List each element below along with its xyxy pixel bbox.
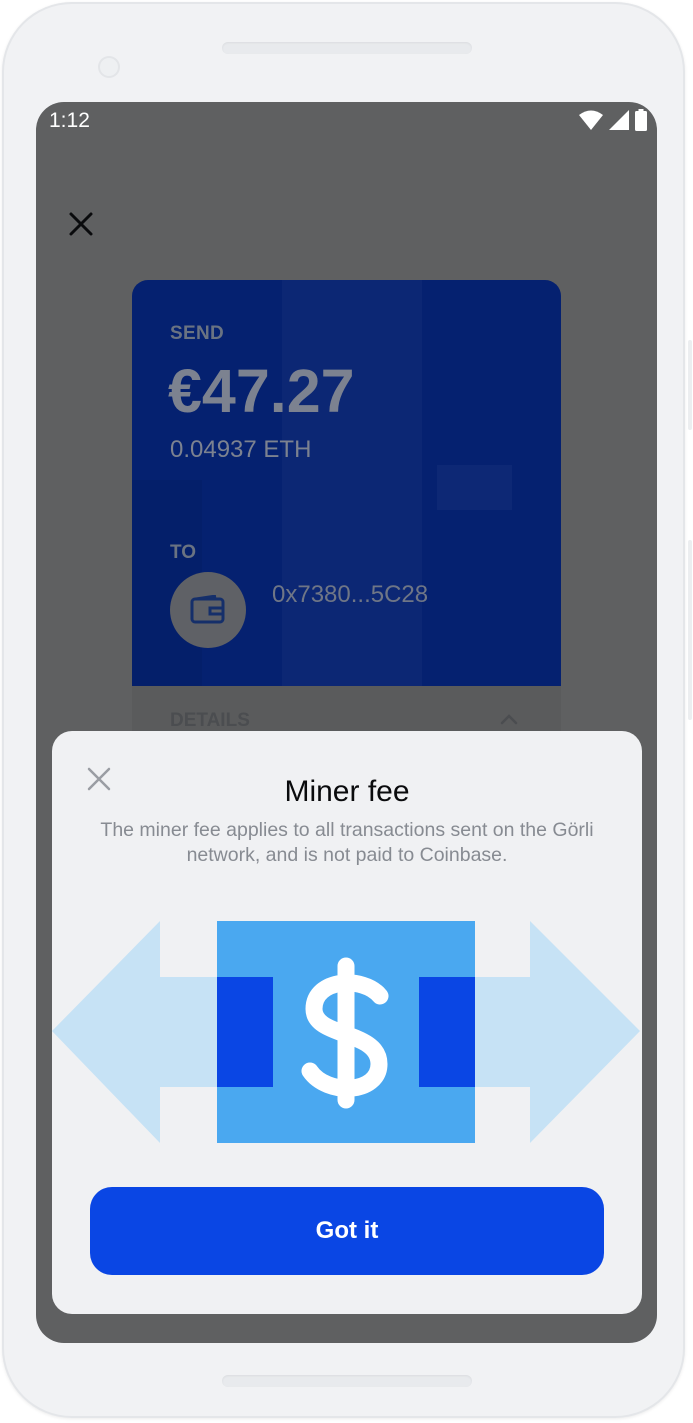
send-amount-fiat: €47.27 [168,357,355,425]
status-time: 1:12 [49,109,90,132]
sheet-description: The miner fee applies to all transaction… [100,819,594,866]
dollar-transfer-icon [52,921,640,1143]
send-card: SEND €47.27 0.04937 ETH TO 0x7380...5C28… [132,280,561,800]
close-icon[interactable] [66,209,96,239]
got-it-button[interactable]: Got it [90,1187,604,1275]
battery-icon [635,109,647,131]
chevron-up-icon[interactable] [498,708,520,730]
sheet-title: Miner fee [284,775,410,808]
card-pattern [437,465,512,510]
to-label: TO [170,542,197,563]
recipient-address: 0x7380...5C28 [272,581,429,608]
send-amount-crypto: 0.04937 ETH [170,436,312,463]
bottom-speaker [222,1375,472,1387]
cell-signal-icon [609,110,629,130]
details-toggle[interactable]: DETAILS [170,710,250,732]
miner-fee-sheet: Miner fee The miner fee applies to all t… [52,731,642,1314]
power-button [688,340,692,430]
send-label: SEND [170,323,224,344]
status-icons [579,109,647,131]
front-camera [98,56,120,78]
screen: 1:12 SEND €47.27 0.04937 ETH TO 0x7380..… [36,102,657,1343]
wallet-icon [190,595,225,624]
phone-frame: 1:12 SEND €47.27 0.04937 ETH TO 0x7380..… [2,2,685,1418]
recipient-avatar [170,572,246,648]
wifi-icon [579,110,603,130]
top-speaker [222,42,472,54]
volume-button [688,540,692,720]
card-pattern [282,280,422,686]
send-card-header: SEND €47.27 0.04937 ETH TO 0x7380...5C28 [132,280,561,686]
